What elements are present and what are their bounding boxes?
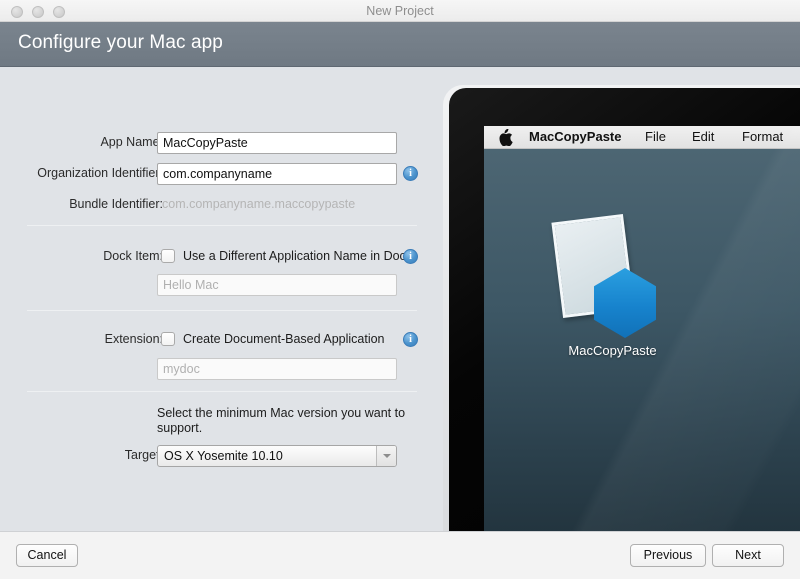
target-select[interactable]: OS X Yosemite 10.10 xyxy=(157,445,397,467)
menu-item-format[interactable]: Format xyxy=(742,126,783,149)
desktop-icon-label: MacCopyPaste xyxy=(568,343,657,358)
section-divider xyxy=(27,225,417,226)
section-divider xyxy=(27,391,417,392)
preview-menubar: MacCopyPaste File Edit Format View xyxy=(484,126,800,149)
configuration-form: App Name: MacCopyPaste Organization Iden… xyxy=(0,68,440,531)
app-name-label: App Name: xyxy=(100,135,163,149)
page-title: Configure your Mac app xyxy=(18,32,223,53)
dock-item-name-input[interactable]: Hello Mac xyxy=(157,274,397,296)
extension-checkbox-label[interactable]: Create Document-Based Application xyxy=(183,332,385,346)
bundle-identifier-value: com.companyname.maccopypaste xyxy=(162,197,356,211)
window-titlebar: New Project xyxy=(0,0,800,22)
extension-label: Extension: xyxy=(104,332,163,346)
desktop-app-icon[interactable]: MacCopyPaste xyxy=(547,213,677,378)
info-icon[interactable]: i xyxy=(403,166,418,181)
dock-item-label: Dock Item: xyxy=(103,249,163,263)
apple-logo-icon xyxy=(499,129,513,146)
section-divider xyxy=(27,310,417,311)
target-help-text: Select the minimum Mac version you want … xyxy=(157,406,406,435)
organization-identifier-input[interactable]: com.companyname xyxy=(157,163,397,185)
info-icon[interactable]: i xyxy=(403,332,418,347)
target-label: Target: xyxy=(124,448,163,462)
dialog-footer: Cancel Previous Next xyxy=(0,531,800,579)
new-project-window: New Project Configure your Mac app App N… xyxy=(0,0,800,579)
previous-button[interactable]: Previous xyxy=(630,544,706,567)
preview-screen: MacCopyPaste File Edit Format View MacCo… xyxy=(484,126,800,531)
target-select-value: OS X Yosemite 10.10 xyxy=(164,449,283,463)
mac-app-preview: MacCopyPaste File Edit Format View MacCo… xyxy=(440,68,800,531)
window-title: New Project xyxy=(366,4,434,18)
chevron-down-icon[interactable] xyxy=(376,446,396,466)
menu-item-app[interactable]: MacCopyPaste xyxy=(529,126,621,149)
menu-item-file[interactable]: File xyxy=(645,126,666,149)
extension-checkbox[interactable] xyxy=(161,332,175,346)
dock-item-checkbox[interactable] xyxy=(161,249,175,263)
next-button[interactable]: Next xyxy=(712,544,784,567)
menu-item-edit[interactable]: Edit xyxy=(692,126,714,149)
bundle-identifier-label: Bundle Identifier: xyxy=(69,197,163,211)
sheet-header: Configure your Mac app xyxy=(0,22,800,67)
app-name-input[interactable]: MacCopyPaste xyxy=(157,132,397,154)
dock-item-checkbox-label[interactable]: Use a Different Application Name in Dock xyxy=(183,249,412,263)
extension-name-input[interactable]: mydoc xyxy=(157,358,397,380)
cancel-button[interactable]: Cancel xyxy=(16,544,78,567)
content-area: App Name: MacCopyPaste Organization Iden… xyxy=(0,68,800,531)
info-icon[interactable]: i xyxy=(403,249,418,264)
organization-identifier-label: Organization Identifier: xyxy=(37,166,163,180)
